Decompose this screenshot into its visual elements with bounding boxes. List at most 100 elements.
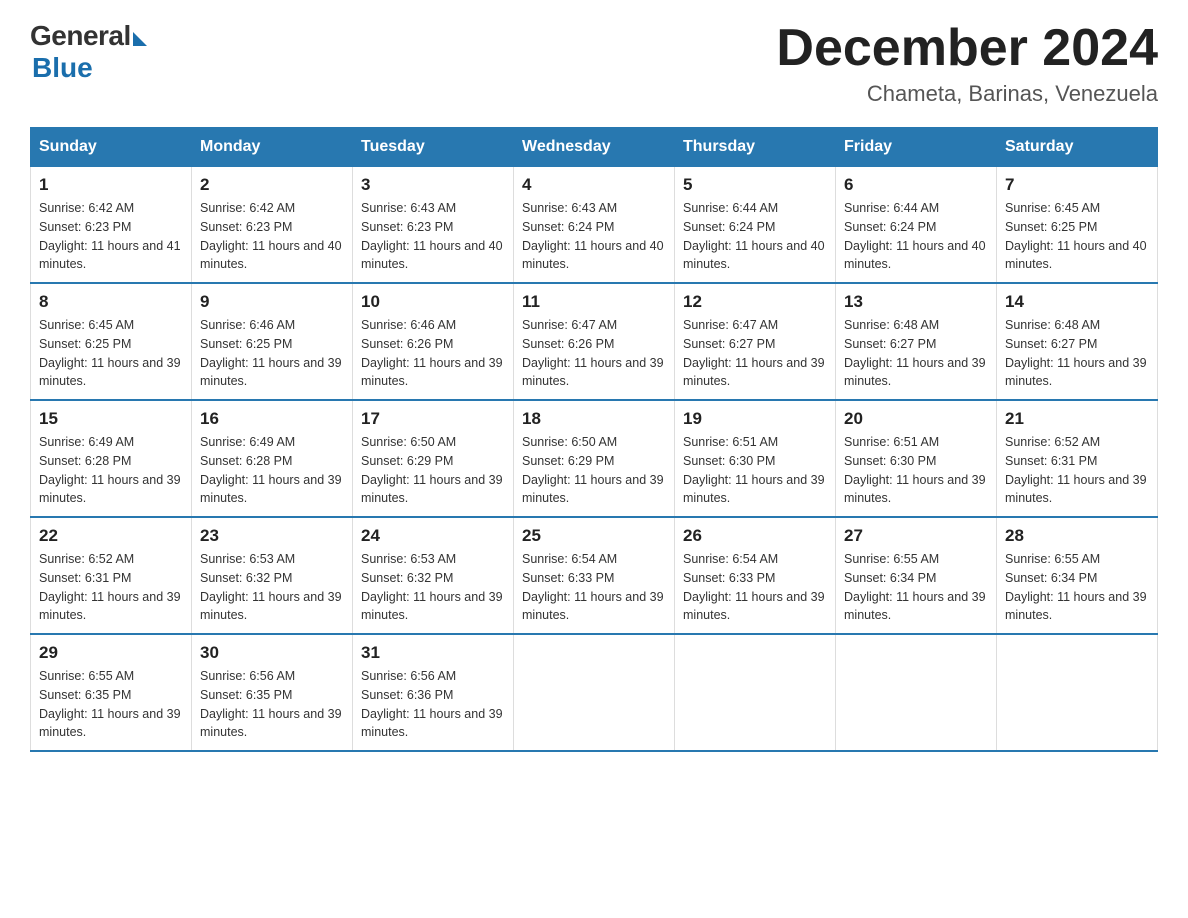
calendar-week-row: 29 Sunrise: 6:55 AMSunset: 6:35 PMDaylig…	[31, 634, 1158, 751]
day-info: Sunrise: 6:52 AMSunset: 6:31 PMDaylight:…	[1005, 435, 1147, 505]
day-info: Sunrise: 6:46 AMSunset: 6:25 PMDaylight:…	[200, 318, 342, 388]
table-row	[514, 634, 675, 751]
day-info: Sunrise: 6:48 AMSunset: 6:27 PMDaylight:…	[844, 318, 986, 388]
table-row: 24 Sunrise: 6:53 AMSunset: 6:32 PMDaylig…	[353, 517, 514, 634]
table-row: 30 Sunrise: 6:56 AMSunset: 6:35 PMDaylig…	[192, 634, 353, 751]
table-row: 5 Sunrise: 6:44 AMSunset: 6:24 PMDayligh…	[675, 167, 836, 284]
day-info: Sunrise: 6:44 AMSunset: 6:24 PMDaylight:…	[683, 201, 825, 271]
day-number: 23	[200, 526, 344, 546]
day-info: Sunrise: 6:47 AMSunset: 6:26 PMDaylight:…	[522, 318, 664, 388]
day-number: 6	[844, 175, 988, 195]
day-number: 24	[361, 526, 505, 546]
day-number: 10	[361, 292, 505, 312]
table-row: 19 Sunrise: 6:51 AMSunset: 6:30 PMDaylig…	[675, 400, 836, 517]
logo-general-text: General	[30, 20, 131, 52]
col-wednesday: Wednesday	[514, 128, 675, 167]
table-row: 10 Sunrise: 6:46 AMSunset: 6:26 PMDaylig…	[353, 283, 514, 400]
day-info: Sunrise: 6:55 AMSunset: 6:34 PMDaylight:…	[844, 552, 986, 622]
month-title: December 2024	[776, 20, 1158, 77]
day-number: 22	[39, 526, 183, 546]
table-row: 22 Sunrise: 6:52 AMSunset: 6:31 PMDaylig…	[31, 517, 192, 634]
logo-blue-text: Blue	[32, 52, 93, 84]
table-row: 17 Sunrise: 6:50 AMSunset: 6:29 PMDaylig…	[353, 400, 514, 517]
day-number: 27	[844, 526, 988, 546]
day-number: 5	[683, 175, 827, 195]
day-info: Sunrise: 6:47 AMSunset: 6:27 PMDaylight:…	[683, 318, 825, 388]
day-info: Sunrise: 6:51 AMSunset: 6:30 PMDaylight:…	[683, 435, 825, 505]
table-row: 9 Sunrise: 6:46 AMSunset: 6:25 PMDayligh…	[192, 283, 353, 400]
col-saturday: Saturday	[997, 128, 1158, 167]
calendar-week-row: 8 Sunrise: 6:45 AMSunset: 6:25 PMDayligh…	[31, 283, 1158, 400]
day-info: Sunrise: 6:55 AMSunset: 6:34 PMDaylight:…	[1005, 552, 1147, 622]
table-row: 12 Sunrise: 6:47 AMSunset: 6:27 PMDaylig…	[675, 283, 836, 400]
col-tuesday: Tuesday	[353, 128, 514, 167]
day-info: Sunrise: 6:43 AMSunset: 6:24 PMDaylight:…	[522, 201, 664, 271]
day-number: 30	[200, 643, 344, 663]
day-info: Sunrise: 6:49 AMSunset: 6:28 PMDaylight:…	[200, 435, 342, 505]
table-row: 6 Sunrise: 6:44 AMSunset: 6:24 PMDayligh…	[836, 167, 997, 284]
calendar-week-row: 1 Sunrise: 6:42 AMSunset: 6:23 PMDayligh…	[31, 167, 1158, 284]
table-row	[675, 634, 836, 751]
day-info: Sunrise: 6:51 AMSunset: 6:30 PMDaylight:…	[844, 435, 986, 505]
calendar-header-row: Sunday Monday Tuesday Wednesday Thursday…	[31, 128, 1158, 167]
day-info: Sunrise: 6:45 AMSunset: 6:25 PMDaylight:…	[1005, 201, 1147, 271]
day-info: Sunrise: 6:48 AMSunset: 6:27 PMDaylight:…	[1005, 318, 1147, 388]
day-number: 13	[844, 292, 988, 312]
day-info: Sunrise: 6:54 AMSunset: 6:33 PMDaylight:…	[683, 552, 825, 622]
table-row: 8 Sunrise: 6:45 AMSunset: 6:25 PMDayligh…	[31, 283, 192, 400]
logo: General Blue	[30, 20, 147, 84]
day-number: 21	[1005, 409, 1149, 429]
table-row: 3 Sunrise: 6:43 AMSunset: 6:23 PMDayligh…	[353, 167, 514, 284]
day-number: 9	[200, 292, 344, 312]
day-number: 15	[39, 409, 183, 429]
day-info: Sunrise: 6:53 AMSunset: 6:32 PMDaylight:…	[200, 552, 342, 622]
day-info: Sunrise: 6:50 AMSunset: 6:29 PMDaylight:…	[522, 435, 664, 505]
table-row: 7 Sunrise: 6:45 AMSunset: 6:25 PMDayligh…	[997, 167, 1158, 284]
day-info: Sunrise: 6:44 AMSunset: 6:24 PMDaylight:…	[844, 201, 986, 271]
page-header: General Blue December 2024 Chameta, Bari…	[30, 20, 1158, 107]
col-thursday: Thursday	[675, 128, 836, 167]
table-row: 11 Sunrise: 6:47 AMSunset: 6:26 PMDaylig…	[514, 283, 675, 400]
day-number: 12	[683, 292, 827, 312]
table-row: 21 Sunrise: 6:52 AMSunset: 6:31 PMDaylig…	[997, 400, 1158, 517]
day-number: 16	[200, 409, 344, 429]
table-row: 1 Sunrise: 6:42 AMSunset: 6:23 PMDayligh…	[31, 167, 192, 284]
location-text: Chameta, Barinas, Venezuela	[776, 81, 1158, 107]
day-number: 19	[683, 409, 827, 429]
table-row: 2 Sunrise: 6:42 AMSunset: 6:23 PMDayligh…	[192, 167, 353, 284]
col-sunday: Sunday	[31, 128, 192, 167]
table-row: 29 Sunrise: 6:55 AMSunset: 6:35 PMDaylig…	[31, 634, 192, 751]
day-number: 28	[1005, 526, 1149, 546]
day-number: 18	[522, 409, 666, 429]
day-number: 4	[522, 175, 666, 195]
day-number: 25	[522, 526, 666, 546]
day-info: Sunrise: 6:45 AMSunset: 6:25 PMDaylight:…	[39, 318, 181, 388]
table-row: 18 Sunrise: 6:50 AMSunset: 6:29 PMDaylig…	[514, 400, 675, 517]
day-info: Sunrise: 6:50 AMSunset: 6:29 PMDaylight:…	[361, 435, 503, 505]
table-row: 27 Sunrise: 6:55 AMSunset: 6:34 PMDaylig…	[836, 517, 997, 634]
table-row: 13 Sunrise: 6:48 AMSunset: 6:27 PMDaylig…	[836, 283, 997, 400]
calendar-week-row: 15 Sunrise: 6:49 AMSunset: 6:28 PMDaylig…	[31, 400, 1158, 517]
table-row: 15 Sunrise: 6:49 AMSunset: 6:28 PMDaylig…	[31, 400, 192, 517]
table-row: 25 Sunrise: 6:54 AMSunset: 6:33 PMDaylig…	[514, 517, 675, 634]
day-info: Sunrise: 6:55 AMSunset: 6:35 PMDaylight:…	[39, 669, 181, 739]
table-row	[836, 634, 997, 751]
table-row	[997, 634, 1158, 751]
day-info: Sunrise: 6:46 AMSunset: 6:26 PMDaylight:…	[361, 318, 503, 388]
day-number: 20	[844, 409, 988, 429]
table-row: 14 Sunrise: 6:48 AMSunset: 6:27 PMDaylig…	[997, 283, 1158, 400]
day-info: Sunrise: 6:42 AMSunset: 6:23 PMDaylight:…	[200, 201, 342, 271]
day-number: 8	[39, 292, 183, 312]
day-number: 14	[1005, 292, 1149, 312]
day-number: 1	[39, 175, 183, 195]
day-number: 3	[361, 175, 505, 195]
day-number: 26	[683, 526, 827, 546]
day-info: Sunrise: 6:56 AMSunset: 6:35 PMDaylight:…	[200, 669, 342, 739]
day-info: Sunrise: 6:42 AMSunset: 6:23 PMDaylight:…	[39, 201, 181, 271]
day-number: 29	[39, 643, 183, 663]
table-row: 4 Sunrise: 6:43 AMSunset: 6:24 PMDayligh…	[514, 167, 675, 284]
day-info: Sunrise: 6:49 AMSunset: 6:28 PMDaylight:…	[39, 435, 181, 505]
day-number: 11	[522, 292, 666, 312]
table-row: 31 Sunrise: 6:56 AMSunset: 6:36 PMDaylig…	[353, 634, 514, 751]
day-info: Sunrise: 6:56 AMSunset: 6:36 PMDaylight:…	[361, 669, 503, 739]
